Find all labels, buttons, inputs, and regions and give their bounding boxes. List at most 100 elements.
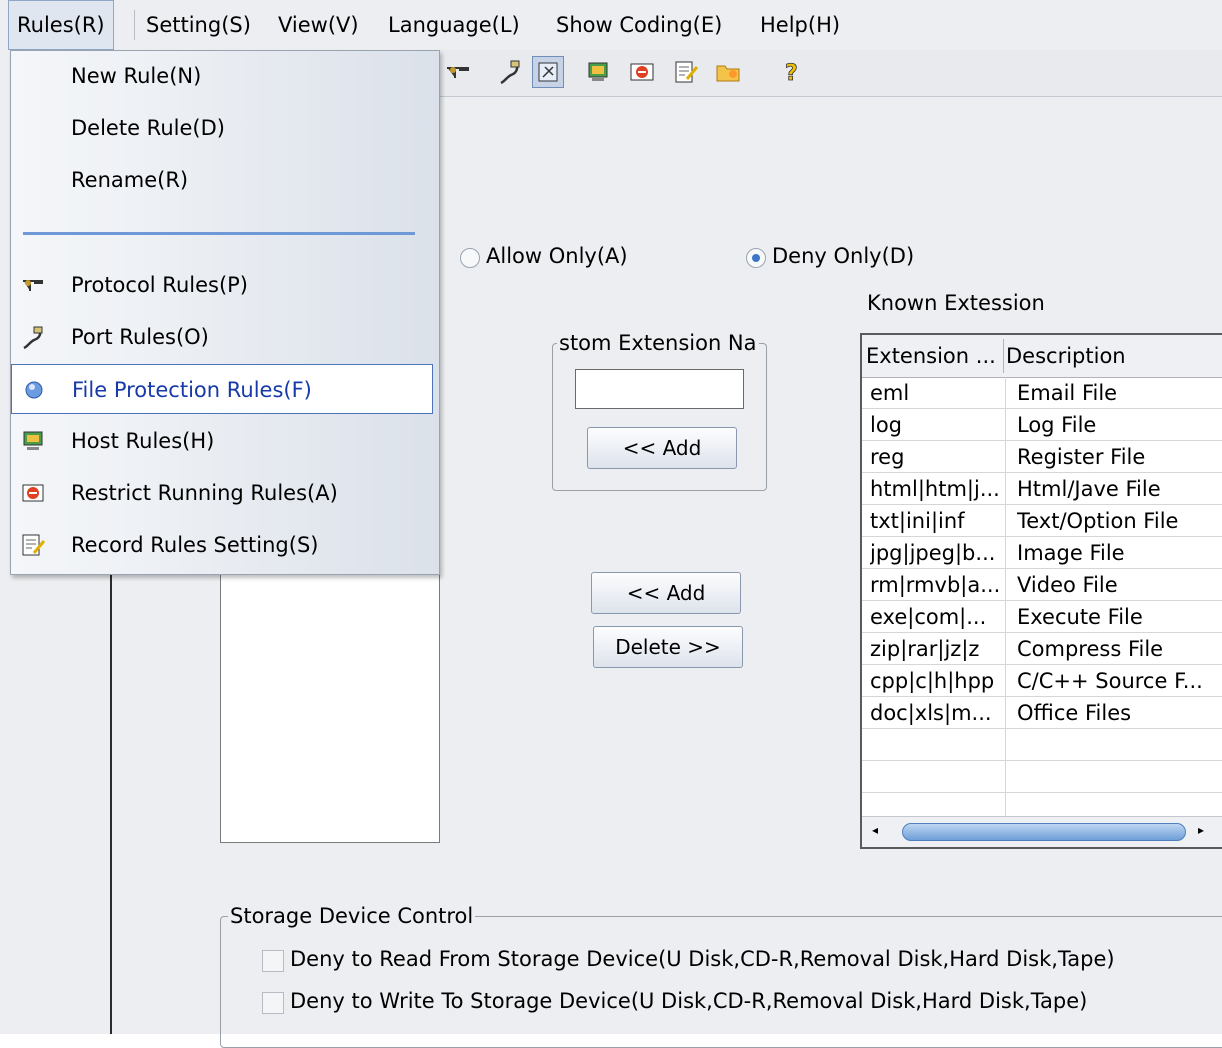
extension-cell: doc|xls|m...	[870, 701, 992, 725]
table-row[interactable]: cpp|c|h|hpp C/C++ Source F...	[862, 665, 1222, 697]
menu-item-protocol-rules[interactable]: Protocol Rules(P)	[11, 260, 439, 310]
horizontal-scrollbar[interactable]: ◂ ▸	[862, 816, 1222, 847]
menu-item-label: New Rule(N)	[71, 64, 202, 88]
record-rules-icon	[21, 533, 45, 557]
extension-cell: reg	[870, 445, 905, 469]
column-divider[interactable]	[1003, 339, 1004, 373]
scrollbar-thumb[interactable]	[902, 823, 1186, 841]
allow-only-label: Allow Only(A)	[486, 244, 628, 268]
table-row[interactable]: html|htm|j... Html/Jave File	[862, 473, 1222, 505]
restrict-running-icon	[21, 481, 45, 505]
extension-cell: html|htm|j...	[870, 477, 1000, 501]
extension-cell: txt|ini|inf	[870, 509, 965, 533]
port-icon[interactable]	[494, 56, 526, 88]
rules-dropdown-menu: New Rule(N) Delete Rule(D) Rename(R) Pro…	[10, 50, 440, 575]
description-cell: Log File	[1017, 413, 1097, 437]
table-row[interactable]: txt|ini|inf Text/Option File	[862, 505, 1222, 537]
menu-bar: Rules(R) Setting(S) View(V) Language(L) …	[0, 0, 1222, 50]
menu-item-host-rules[interactable]: Host Rules(H)	[11, 416, 439, 466]
description-cell: Compress File	[1017, 637, 1164, 661]
allow-only-radio[interactable]	[460, 248, 480, 268]
deny-write-checkbox[interactable]	[262, 992, 284, 1014]
table-row-empty	[862, 729, 1222, 761]
menu-item-record-rules-setting[interactable]: Record Rules Setting(S)	[11, 520, 439, 570]
extension-cell: cpp|c|h|hpp	[870, 669, 995, 693]
extension-cell: zip|rar|jz|z	[870, 637, 980, 661]
file-protection-icon	[22, 378, 46, 402]
deny-write-label: Deny to Write To Storage Device(U Disk,C…	[290, 989, 1088, 1013]
protocol-icon	[21, 273, 45, 297]
menu-show-coding[interactable]: Show Coding(E)	[548, 0, 730, 50]
deny-only-label: Deny Only(D)	[772, 244, 915, 268]
extension-cell: log	[870, 413, 903, 437]
menu-item-file-protection-rules[interactable]: File Protection Rules(F)	[11, 364, 433, 414]
menu-item-label: Port Rules(O)	[71, 325, 209, 349]
menu-item-restrict-running-rules[interactable]: Restrict Running Rules(A)	[11, 468, 439, 518]
column-description[interactable]: Description	[1006, 335, 1220, 377]
deny-only-radio[interactable]	[746, 248, 766, 268]
menu-setting[interactable]: Setting(S)	[138, 0, 259, 50]
restrict-running-icon[interactable]	[626, 56, 658, 88]
deny-read-label: Deny to Read From Storage Device(U Disk,…	[290, 947, 1115, 971]
add-button[interactable]: << Add	[591, 572, 741, 614]
menu-item-label: Rename(R)	[71, 168, 189, 192]
description-cell: Video File	[1017, 573, 1118, 597]
menu-rules[interactable]: Rules(R)	[8, 0, 114, 50]
storage-device-group-title: Storage Device Control	[228, 904, 476, 928]
scroll-left-arrow-icon[interactable]: ◂	[872, 823, 878, 837]
menu-item-label: Delete Rule(D)	[71, 116, 225, 140]
custom-extension-group-title: stom Extension Na	[557, 331, 759, 355]
menu-item-label: Restrict Running Rules(A)	[71, 481, 338, 505]
known-extension-title: Known Extession	[867, 291, 1045, 315]
menu-language[interactable]: Language(L)	[380, 0, 528, 50]
file-protection-icon[interactable]	[532, 56, 564, 88]
custom-add-button[interactable]: << Add	[587, 427, 737, 469]
table-row[interactable]: eml Email File	[862, 377, 1222, 409]
custom-extension-input[interactable]	[575, 369, 744, 409]
folder-icon[interactable]	[712, 56, 744, 88]
description-cell: Html/Jave File	[1017, 477, 1161, 501]
known-extension-table[interactable]: Extension ... Description eml Email File l…	[860, 333, 1222, 849]
menu-item-label: Protocol Rules(P)	[71, 273, 249, 297]
description-cell: Email File	[1017, 381, 1118, 405]
description-cell: Register File	[1017, 445, 1146, 469]
extension-cell: eml	[870, 381, 910, 405]
svg-text:?: ?	[785, 61, 798, 85]
menu-view[interactable]: View(V)	[270, 0, 367, 50]
description-cell: Execute File	[1017, 605, 1143, 629]
extension-cell: rm|rmvb|a...	[870, 573, 1001, 597]
host-icon[interactable]	[582, 56, 614, 88]
menu-help[interactable]: Help(H)	[752, 0, 848, 50]
table-row[interactable]: rm|rmvb|a... Video File	[862, 569, 1222, 601]
description-cell: Office Files	[1017, 701, 1132, 725]
extension-cell: jpg|jpeg|b...	[870, 541, 996, 565]
host-icon	[21, 429, 45, 453]
table-row[interactable]: doc|xls|m... Office Files	[862, 697, 1222, 729]
table-header: Extension ... Description	[862, 335, 1222, 378]
menu-separator	[23, 232, 415, 235]
extension-cell: exe|com|...	[870, 605, 987, 629]
description-cell: Text/Option File	[1017, 509, 1179, 533]
menu-item-label: File Protection Rules(F)	[72, 378, 312, 402]
description-cell: Image File	[1017, 541, 1125, 565]
table-row[interactable]: exe|com|... Execute File	[862, 601, 1222, 633]
menu-item-rename[interactable]: Rename(R)	[11, 155, 439, 205]
table-row[interactable]: reg Register File	[862, 441, 1222, 473]
menu-item-delete-rule[interactable]: Delete Rule(D)	[11, 103, 439, 153]
table-row[interactable]: log Log File	[862, 409, 1222, 441]
menu-item-new-rule[interactable]: New Rule(N)	[11, 51, 439, 101]
record-rules-icon[interactable]	[670, 56, 702, 88]
port-icon	[21, 325, 45, 349]
delete-button[interactable]: Delete >>	[593, 626, 743, 668]
protocol-icon[interactable]	[442, 56, 474, 88]
help-icon[interactable]: ?	[776, 56, 808, 88]
table-row[interactable]: jpg|jpeg|b... Image File	[862, 537, 1222, 569]
table-row-empty	[862, 761, 1222, 793]
scroll-right-arrow-icon[interactable]: ▸	[1198, 823, 1204, 837]
column-extension[interactable]: Extension ...	[866, 335, 1002, 377]
menu-item-port-rules[interactable]: Port Rules(O)	[11, 312, 439, 362]
menu-item-label: Host Rules(H)	[71, 429, 215, 453]
menu-item-label: Record Rules Setting(S)	[71, 533, 319, 557]
deny-read-checkbox[interactable]	[262, 950, 284, 972]
table-row[interactable]: zip|rar|jz|z Compress File	[862, 633, 1222, 665]
